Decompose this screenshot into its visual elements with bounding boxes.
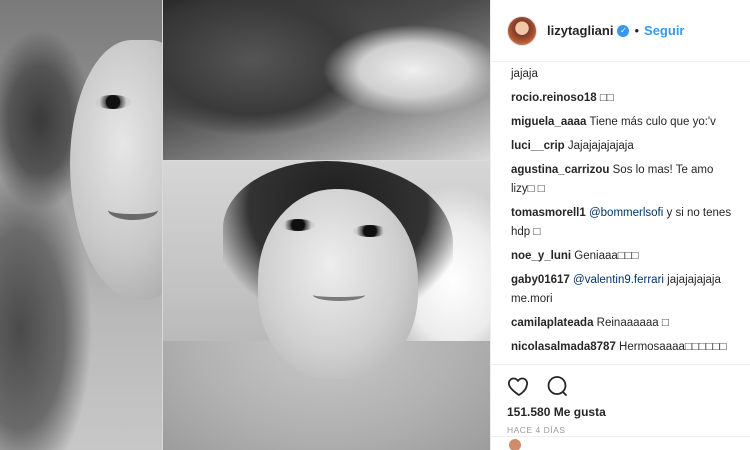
likes-count[interactable]: 151.580 Me gusta	[507, 405, 735, 419]
likes-label: Me gusta	[553, 405, 606, 419]
comment-username[interactable]: noe_y_luni	[511, 250, 571, 262]
comment-item: agustina_carrizou Sos lo mas! Te amo liz…	[511, 161, 738, 199]
comment-username[interactable]: luci__crip	[511, 140, 565, 152]
comment-item: noe_y_luni Geniaaa□□□	[511, 247, 738, 266]
comment-item: jajaja	[511, 65, 738, 84]
comment-text: Tiene más culo que yo:'v	[589, 116, 716, 128]
comment-item: miguela_aaaa Tiene más culo que yo:'v	[511, 113, 738, 132]
add-comment-bar[interactable]	[491, 436, 750, 450]
comment-text: Reinaaaaaa □	[596, 317, 669, 329]
comment-mention[interactable]: @valentin9.ferrari	[573, 274, 664, 286]
comment-username[interactable]: agustina_carrizou	[511, 164, 609, 176]
comment-username[interactable]: camilaplateada	[511, 317, 593, 329]
eye-shape	[281, 219, 315, 231]
comment-mention[interactable]: @bommerlsofi	[589, 207, 663, 219]
follow-button[interactable]: Seguir	[644, 23, 684, 38]
comment-item: camilaplateada Reinaaaaaa □	[511, 314, 738, 333]
comment-item: rocio.reinoso18 □□	[511, 89, 738, 108]
comment-text: □□	[599, 92, 614, 104]
comment-text: Hermosaaaa□□□□□□	[619, 341, 727, 353]
comment-item: luci__crip Jajajajajajaja	[511, 137, 738, 156]
comment-text: Geniaaa□□□	[574, 250, 639, 262]
comment-username[interactable]: tomasmorell1	[511, 207, 586, 219]
comment-username[interactable]: nicolasalmada8787	[511, 341, 616, 353]
face-shape	[258, 189, 418, 379]
photo-panel-left	[0, 0, 162, 450]
eye-shape	[353, 225, 387, 237]
mouth-shape	[108, 200, 158, 220]
username-link[interactable]: lizytagliani	[547, 23, 613, 38]
avatar	[509, 439, 521, 450]
comment-username[interactable]: rocio.reinoso18	[511, 92, 597, 104]
face-shape	[70, 40, 162, 300]
post-sidebar: lizytagliani ✓ • Seguir jajaja rocio.rein…	[490, 0, 750, 450]
eye-shape	[95, 95, 131, 109]
comment-text: jajaja	[511, 68, 538, 80]
comment-username[interactable]: gaby01617	[511, 274, 570, 286]
action-icons	[507, 371, 735, 401]
verified-badge-icon: ✓	[617, 24, 630, 37]
comment-item: gaby01617 @valentin9.ferrari jajajajajaj…	[511, 271, 738, 309]
post-header: lizytagliani ✓ • Seguir	[491, 0, 750, 62]
comment-item: nicolasalmada8787 Hermosaaaa□□□□□□	[511, 338, 738, 357]
likes-number: 151.580	[507, 405, 551, 419]
comment-item: tomasmorell1 @bommerlsofi y si no tenes …	[511, 204, 738, 242]
heart-icon[interactable]	[507, 374, 531, 398]
separator-dot: •	[634, 23, 640, 38]
comment-icon[interactable]	[545, 374, 569, 398]
comment-text: Jajajajajajaja	[567, 140, 634, 152]
comments-list: jajaja rocio.reinoso18 □□ miguela_aaaa Tie…	[491, 62, 750, 364]
comment-username[interactable]: miguela_aaaa	[511, 116, 586, 128]
photo-panel-main	[163, 161, 490, 450]
post-timestamp[interactable]: HACE 4 DÍAS	[507, 425, 735, 435]
avatar[interactable]	[507, 15, 537, 46]
photo-panel-top	[163, 0, 490, 160]
post-photo[interactable]	[0, 0, 490, 450]
mouth-shape	[313, 289, 365, 301]
